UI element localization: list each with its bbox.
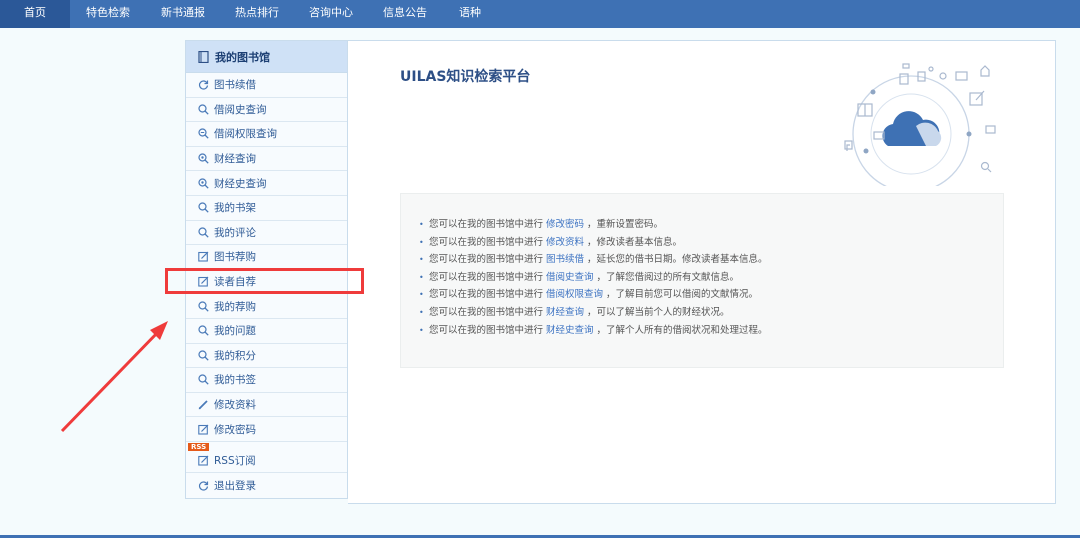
sidebar-item-label: 财经史查询 [214,177,267,190]
sidebar-item-label: 读者自荐 [214,276,256,289]
sidebar-item-bookshelf[interactable]: 我的书架 [186,196,347,221]
search-icon [196,202,210,213]
sidebar-item-label: 借阅史查询 [214,103,267,116]
sidebar-item-borrow-history[interactable]: 借阅史查询 [186,98,347,123]
notice-item: 您可以在我的图书馆中进行修改资料，修改读者基本信息。 [419,234,1003,252]
notice-item: 您可以在我的图书馆中进行财经查询，可以了解当前个人的财经状况。 [419,304,1003,322]
sidebar-item-label: 财经查询 [214,153,256,166]
notice-link-renew[interactable]: 图书续借 [546,254,584,265]
notice-link-finance[interactable]: 财经查询 [546,307,584,318]
sidebar-item-my-points[interactable]: 我的积分 [186,344,347,369]
sidebar-item-bookmarks[interactable]: 我的书签 [186,368,347,393]
notice-link-borrow-permission[interactable]: 借阅权限查询 [546,289,603,300]
notice-box: 您可以在我的图书馆中进行修改密码，重新设置密码。 您可以在我的图书馆中进行修改资… [400,193,1004,368]
refresh-icon [196,79,210,90]
edit-icon [196,455,210,466]
sidebar-item-label: 我的问题 [214,325,256,338]
nav-item-announcements[interactable]: 信息公告 [368,0,442,28]
refresh-icon [196,480,210,491]
sidebar-item-label: 我的书架 [214,202,256,215]
search-icon [196,374,210,386]
edit-icon [196,251,210,263]
notice-link-finance-history[interactable]: 财经史查询 [546,325,594,336]
search-plus-icon [196,128,210,140]
sidebar-item-renew[interactable]: 图书续借 [186,73,347,98]
edit-icon [196,424,210,435]
notice-item: 您可以在我的图书馆中进行图书续借，延长您的借书日期。修改读者基本信息。 [419,251,1003,269]
search-dot-icon [196,178,210,189]
my-library-sidebar: 我的图书馆 图书续借 借阅史查询 借阅权限查询 财经查询 财经史查询 我的书架 … [185,40,348,499]
sidebar-item-finance[interactable]: 财经查询 [186,147,347,172]
nav-item-home[interactable]: 首页 [0,0,70,28]
sidebar-item-label: 修改资料 [214,399,256,412]
sidebar-item-label: 图书荐购 [214,251,256,264]
sidebar-item-label: RSS订阅 [214,455,256,468]
sidebar-item-my-questions[interactable]: 我的问题 [186,319,347,344]
edit-icon [196,276,210,287]
sidebar-item-my-recommend[interactable]: 我的荐购 [186,294,347,319]
cloud-illustration-icon [844,63,996,186]
search-icon [196,227,210,238]
nav-item-language[interactable]: 语种 [442,0,498,28]
nav-item-consult-center[interactable]: 咨询中心 [294,0,368,28]
sidebar-header: 我的图书馆 [186,41,347,73]
sidebar-item-comments[interactable]: 我的评论 [186,221,347,246]
sidebar-item-label: 我的书签 [214,374,256,387]
sidebar-item-logout[interactable]: 退出登录 [186,473,347,498]
platform-title: UILAS知识检索平台 [400,69,531,85]
sidebar-item-label: 我的积分 [214,349,256,362]
sidebar-item-finance-history[interactable]: 财经史查询 [186,171,347,196]
sidebar-item-label: 退出登录 [214,479,256,492]
notice-link-borrow-history[interactable]: 借阅史查询 [546,272,594,283]
search-dot-icon [196,153,210,164]
notice-item: 您可以在我的图书馆中进行借阅权限查询，了解目前您可以借阅的文献情况。 [419,286,1003,304]
notice-item: 您可以在我的图书馆中进行借阅史查询，了解您借阅过的所有文献信息。 [419,269,1003,287]
search-icon [196,301,210,312]
top-nav: 首页 特色检索 新书通报 热点排行 咨询中心 信息公告 语种 [0,0,1080,28]
book-icon [196,50,210,63]
notice-item: 您可以在我的图书馆中进行财经史查询，了解个人所有的借阅状况和处理过程。 [419,322,1003,340]
rss-badge: RSS [188,442,210,451]
search-icon [196,350,210,361]
notice-link-edit-profile[interactable]: 修改资料 [546,237,584,248]
sidebar-item-label: 图书续借 [214,79,256,92]
nav-item-new-books[interactable]: 新书通报 [146,0,220,28]
sidebar-item-label: 我的荐购 [214,300,256,313]
pencil-icon [196,399,210,410]
sidebar-item-label: 我的评论 [214,226,256,239]
sidebar-item-rss[interactable]: RSS RSS订阅 [186,442,347,473]
search-icon [196,325,210,336]
notice-item: 您可以在我的图书馆中进行修改密码，重新设置密码。 [419,216,1003,234]
sidebar-item-book-recommend[interactable]: 图书荐购 [186,245,347,270]
sidebar-item-edit-profile[interactable]: 修改资料 [186,393,347,418]
sidebar-item-label: 借阅权限查询 [214,128,277,141]
notice-link-change-password[interactable]: 修改密码 [546,219,584,230]
main-panel: UILAS知识检索平台 • 您可以在我的图书馆中进行 修改密码 ，重新设置密码。… [348,40,1056,504]
sidebar-item-change-password[interactable]: 修改密码 [186,417,347,442]
nav-item-hot-ranking[interactable]: 热点排行 [220,0,294,28]
sidebar-item-borrow-permission[interactable]: 借阅权限查询 [186,122,347,147]
sidebar-item-reader-recommend[interactable]: 读者自荐 [186,270,347,295]
search-icon [196,104,210,115]
sidebar-title: 我的图书馆 [215,50,270,64]
sidebar-item-label: 修改密码 [214,423,256,436]
notice-list: 您可以在我的图书馆中进行修改密码，重新设置密码。 您可以在我的图书馆中进行修改资… [401,194,1003,339]
nav-item-feature-search[interactable]: 特色检索 [70,0,146,28]
